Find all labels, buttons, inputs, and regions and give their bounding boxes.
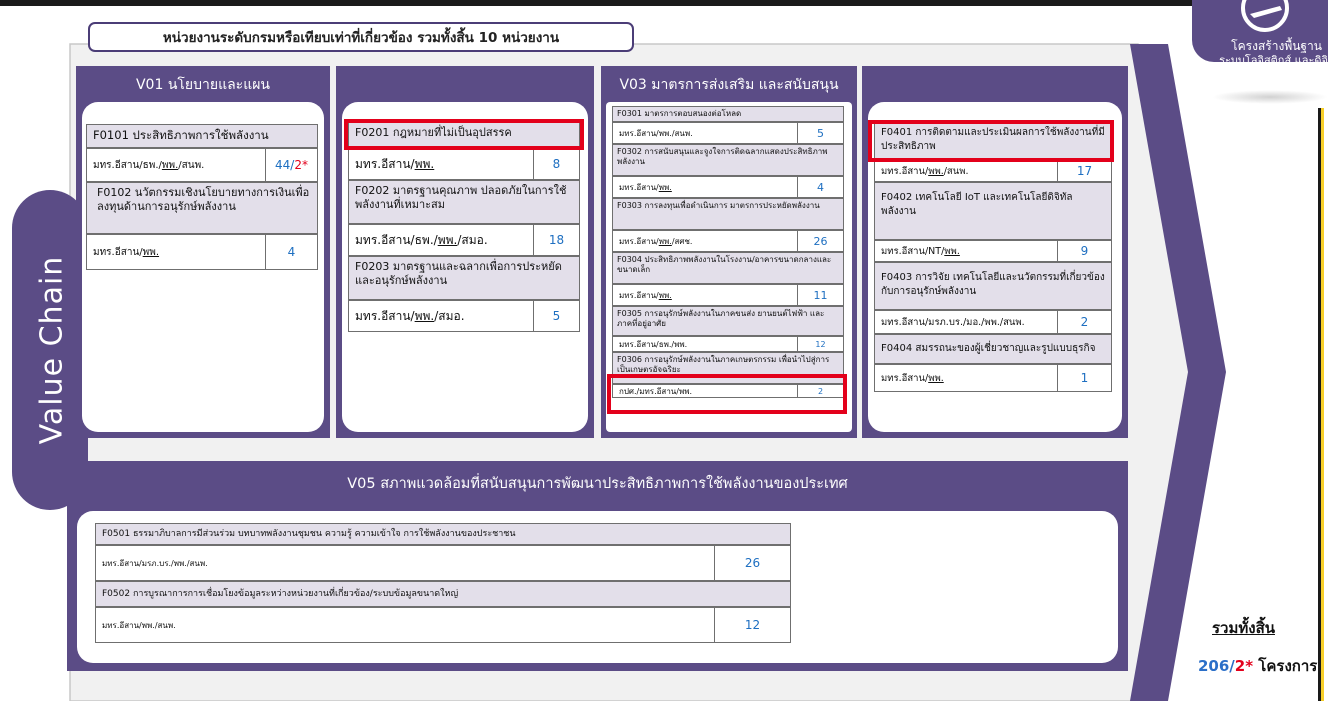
f0203-title: F0203 มาตรฐานและฉลากเพื่อการประหยัดและอน… [348, 256, 580, 300]
f0303-agencies: มทร.อีสาน/พพ./สศช. [619, 236, 693, 246]
f0501-agencies: มทร.อีสาน/มรภ.บร./พพ./สนพ. [102, 558, 208, 568]
f0305-count: 12 [797, 337, 843, 351]
f0403-count: 2 [1057, 311, 1111, 333]
f0306-highlight [607, 374, 847, 414]
f0102-count: 4 [265, 235, 317, 269]
f0305-agencies: มทร.อีสาน/ธพ./พพ. [619, 339, 688, 349]
f0102-row: มทร.อีสาน/พพ. 4 [86, 234, 318, 270]
f0202-row: มทร.อีสาน/ธพ./พพ./สมอ. 18 [348, 224, 580, 256]
f0501-title: F0501 ธรรมาภิบาลการมีส่วนร่วม บทบาทพลังง… [95, 523, 791, 545]
f0201-count: 8 [533, 149, 579, 179]
f0305-title: F0305 การอนุรักษ์พลังงานในภาคขนส่ง ยานยน… [612, 306, 844, 336]
f0502-row: มทร.อีสาน/พพ./สนพ. 12 [95, 607, 791, 643]
f0401-row: มทร.อีสาน/พพ./สนพ. 17 [874, 160, 1112, 182]
f0403-agencies: มทร.อีสาน/มรภ.บร./มอ./พพ./สนพ. [881, 316, 1025, 328]
v01-column: V01 นโยบายและแผน F0101 ประสิทธิภาพการใช้… [76, 66, 330, 438]
v01-panel: F0101 ประสิทธิภาพการใช้พลังงาน มทร.อีสาน… [82, 102, 324, 432]
f0201-agencies: มทร.อีสาน/พพ. [355, 156, 435, 171]
f0301-agencies: มทร.อีสาน/พพ./สนพ. [619, 128, 693, 138]
v05-panel: F0501 ธรรมาภิบาลการมีส่วนร่วม บทบาทพลังง… [77, 511, 1118, 663]
f0402-agencies: มทร.อีสาน/NT/พพ. [881, 245, 960, 257]
v03-title: V03 มาตรการส่งเสริม และสนับสนุน [619, 77, 839, 93]
f0304-agencies: มทร.อีสาน/พพ. [619, 290, 672, 300]
f0402-title: F0402 เทคโนโลยี IoT และเทคโนโลยีดิจิทัลพ… [874, 182, 1112, 240]
f0502-title: F0502 การบูรณาการการเชื่อมโยงข้อมูลระหว่… [95, 581, 791, 607]
f0303-title: F0303 การลงทุนเพื่อดำเนินการ มาตรการประห… [612, 198, 844, 230]
f0304-count: 11 [797, 285, 843, 305]
value-chain-label: Value Chain [34, 255, 70, 445]
f0301-title: F0301 มาตรการตอบสนองต่อโหลด [612, 106, 844, 122]
f0302-row: มทร.อีสาน/พพ. 4 [612, 176, 844, 198]
f0202-agencies: มทร.อีสาน/ธพ./พพ./สมอ. [355, 232, 488, 247]
top-border-line [0, 0, 1200, 6]
f0404-title: F0404 สมรรถนะของผู้เชี่ยวชาญและรูปแบบธุร… [874, 334, 1112, 364]
header-title: หน่วยงานระดับกรมหรือเทียบเท่าที่เกี่ยวข้… [88, 22, 634, 52]
airplane-icon [1241, 0, 1289, 32]
f0305-row: มทร.อีสาน/ธพ./พพ. 12 [612, 336, 844, 352]
f0203-agencies: มทร.อีสาน/พพ./สมอ. [355, 308, 465, 323]
f0502-agencies: มทร.อีสาน/พพ./สนพ. [102, 620, 176, 630]
v02-panel: F0201 กฎหมายที่ไม่เป็นอุปสรรค มทร.อีสาน/… [342, 102, 588, 432]
f0502-count: 12 [714, 608, 790, 642]
f0303-row: มทร.อีสาน/พพ./สศช. 26 [612, 230, 844, 252]
f0301-count: 5 [797, 123, 843, 143]
f0301-row: มทร.อีสาน/พพ./สนพ. 5 [612, 122, 844, 144]
f0302-agencies: มทร.อีสาน/พพ. [619, 182, 672, 192]
f0401-agencies: มทร.อีสาน/พพ./สนพ. [881, 165, 969, 177]
value-chain-chevron [1130, 44, 1226, 701]
f0101-agencies: มทร.อีสาน/ธพ./พพ./สนพ. [93, 159, 205, 171]
v05-section: V05 สภาพแวดล้อมที่สนับสนุนการพัฒนาประสิท… [67, 461, 1128, 671]
logo-line2: ระบบโลจิสติกส์ และดิจิ [1219, 54, 1328, 67]
f0404-row: มทร.อีสาน/พพ. 1 [874, 364, 1112, 392]
f0403-title: F0403 การวิจัย เทคโนโลยีและนวัตกรรมที่เก… [874, 262, 1112, 310]
f0202-title: F0202 มาตรฐานคุณภาพ ปลอดภัยในการใช้พลังง… [348, 180, 580, 224]
total-label: รวมทั้งสิ้น [1212, 619, 1275, 637]
right-accent-bar [1318, 108, 1324, 701]
f0302-title: F0302 การสนับสนุนและจูงใจการติดฉลากแสดงป… [612, 144, 844, 176]
f0201-highlight [344, 119, 584, 150]
f0203-row: มทร.อีสาน/พพ./สมอ. 5 [348, 300, 580, 332]
f0404-count: 1 [1057, 365, 1111, 391]
f0303-count: 26 [797, 231, 843, 251]
f0101-count: 44/2* [265, 149, 317, 181]
logo-shadow [1212, 90, 1328, 104]
f0101-row: มทร.อีสาน/ธพ./พพ./สนพ. 44/2* [86, 148, 318, 182]
v05-title: V05 สภาพแวดล้อมที่สนับสนุนการพัฒนาประสิท… [347, 475, 848, 492]
f0302-count: 4 [797, 177, 843, 197]
f0404-agencies: มทร.อีสาน/พพ. [881, 372, 944, 384]
f0102-agencies: มทร.อีสาน/พพ. [93, 246, 160, 258]
f0102-title: F0102 นวัตกรรมเชิงนโยบายทางการเงินเพื่อล… [86, 182, 318, 234]
f0304-title: F0304 ประสิทธิภาพพลังงานในโรงงาน/อาคารขน… [612, 252, 844, 284]
f0201-row: มทร.อีสาน/พพ. 8 [348, 148, 580, 180]
logo-banner: โครงสร้างพื้นฐาน ระบบโลจิสติกส์ และดิจิ [1192, 0, 1328, 67]
f0403-row: มทร.อีสาน/มรภ.บร./มอ./พพ./สนพ. 2 [874, 310, 1112, 334]
v04-title [862, 66, 1128, 104]
f0202-count: 18 [533, 225, 579, 255]
f0203-count: 5 [533, 301, 579, 331]
f0402-row: มทร.อีสาน/NT/พพ. 9 [874, 240, 1112, 262]
f0402-count: 9 [1057, 241, 1111, 261]
v02-title [336, 66, 594, 104]
f0501-count: 26 [714, 546, 790, 580]
v01-title: V01 นโยบายและแผน [135, 77, 270, 93]
total-value: 206/2* โครงการ [1198, 657, 1318, 675]
f0501-row: มทร.อีสาน/มรภ.บร./พพ./สนพ. 26 [95, 545, 791, 581]
f0401-highlight [868, 120, 1114, 162]
f0304-row: มทร.อีสาน/พพ. 11 [612, 284, 844, 306]
f0401-count: 17 [1057, 161, 1111, 181]
f0101-title: F0101 ประสิทธิภาพการใช้พลังงาน [86, 124, 318, 148]
